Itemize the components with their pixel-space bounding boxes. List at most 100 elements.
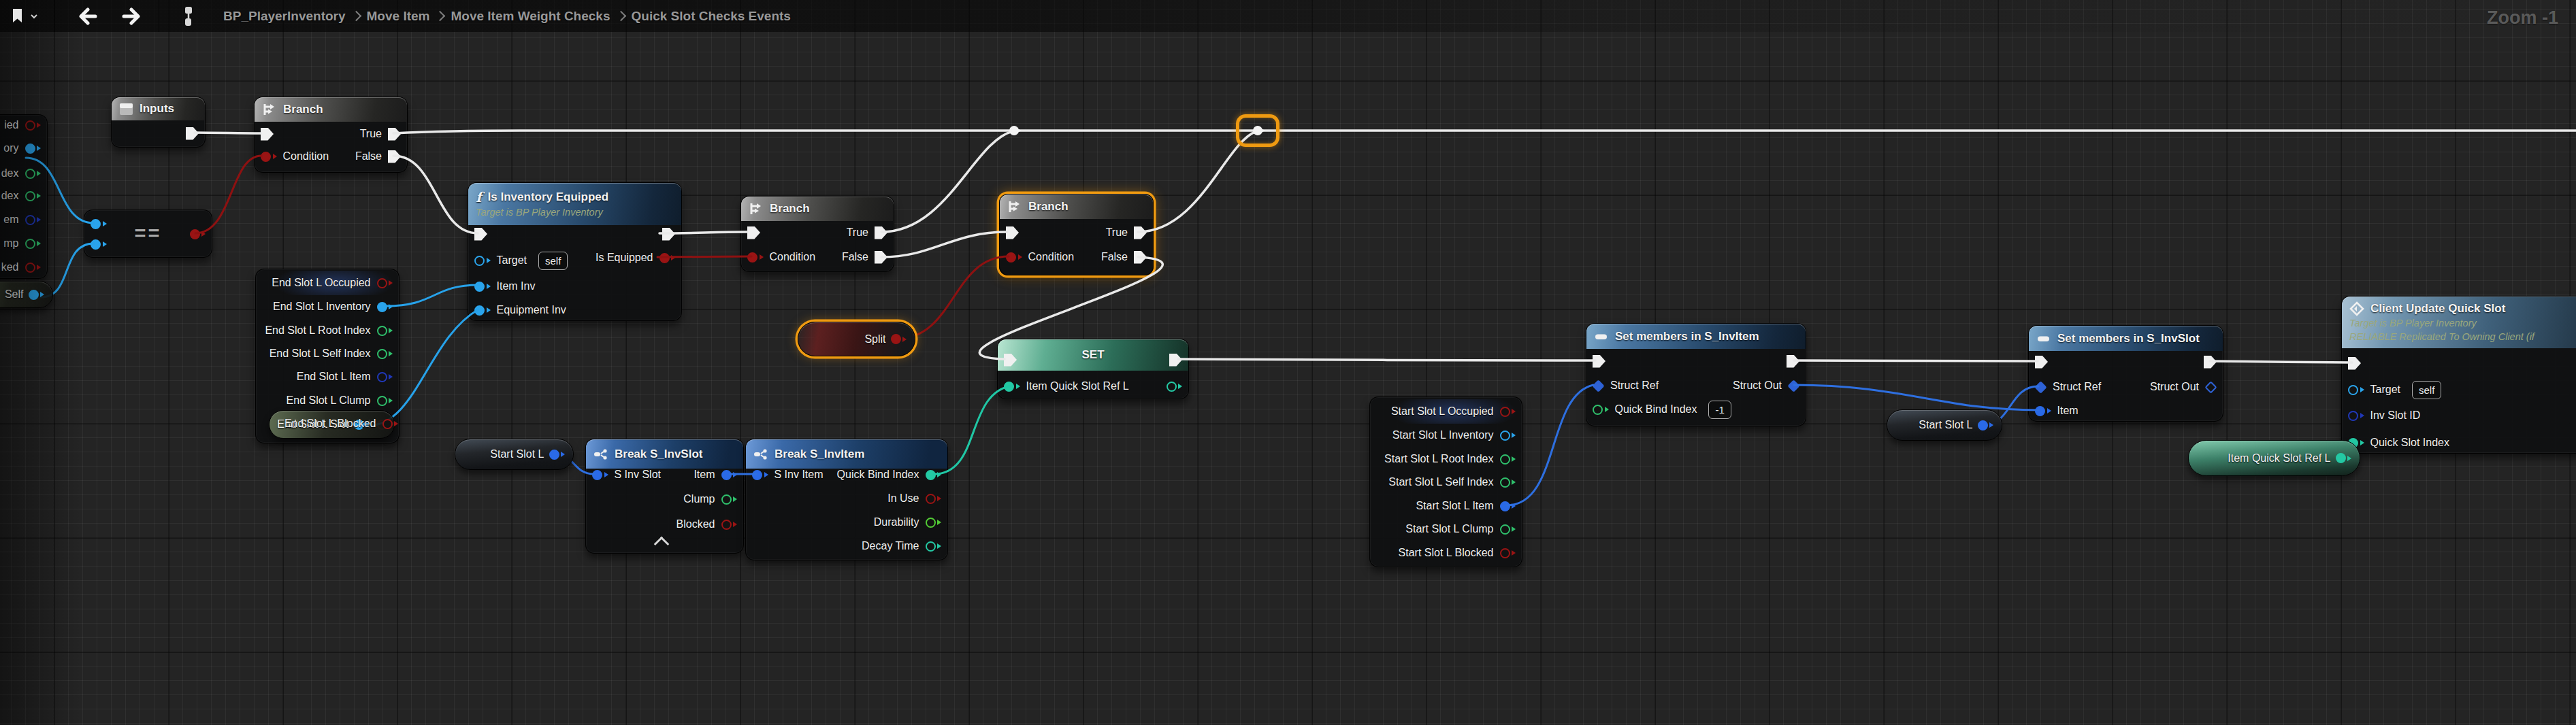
data-pin[interactable] [1978, 420, 1994, 431]
self-getter[interactable]: Self [0, 281, 53, 308]
set-item-quick-slot-ref[interactable]: SETItem Quick Slot Ref L [997, 339, 1189, 399]
exec-pin[interactable] [747, 226, 760, 239]
data-pin[interactable] [25, 215, 42, 225]
data-pin[interactable] [25, 191, 42, 201]
exec-pin[interactable] [261, 128, 274, 141]
data-pin[interactable] [752, 470, 768, 480]
struct-pin[interactable] [1593, 382, 1604, 390]
data-pin[interactable] [1500, 431, 1516, 441]
data-pin[interactable] [474, 282, 491, 292]
exec-pin[interactable] [1134, 226, 1147, 239]
data-pin[interactable] [926, 470, 942, 480]
breadcrumb-item[interactable]: BP_PlayerInventory [223, 9, 346, 24]
reroute-node-2[interactable] [1253, 126, 1262, 135]
pin-value-box[interactable]: self [538, 252, 568, 270]
breadcrumb-item[interactable]: Move Item Weight Checks [451, 9, 610, 24]
node-header[interactable]: Inputs [112, 97, 205, 120]
exec-pin[interactable] [2348, 357, 2361, 370]
data-pin[interactable] [1167, 382, 1183, 392]
exec-pin[interactable] [1169, 354, 1182, 367]
start-slot-l-getter-1[interactable]: Start Slot L [455, 439, 574, 470]
data-pin[interactable] [25, 144, 42, 154]
node-header[interactable]: Branch [255, 97, 407, 122]
forward-arrow-icon[interactable] [120, 7, 141, 25]
is-inventory-equipped[interactable]: fIs Inventory EquippedTarget is BP Playe… [468, 182, 682, 321]
break-s-invslot[interactable]: Break S_InvSlotS Inv SlotItemClumpBlocke… [585, 439, 744, 554]
data-pin[interactable] [1006, 252, 1022, 263]
end-slot-left-cut[interactable]: iedorydexdexemmpked [0, 114, 48, 279]
data-pin[interactable] [474, 305, 491, 316]
exec-pin[interactable] [2035, 356, 2048, 369]
bookmark-icon[interactable] [10, 6, 27, 27]
branch-3[interactable]: BranchConditionTrueFalse [999, 194, 1154, 275]
start-slot-l-getter-2[interactable]: Start Slot L [1887, 409, 2002, 441]
exec-pin[interactable] [474, 228, 487, 241]
client-update-quick-slot[interactable]: Client Update Quick SlotTarget is BP Pla… [2341, 296, 2576, 454]
data-pin[interactable] [25, 120, 42, 131]
data-pin[interactable] [659, 253, 676, 263]
collapse-chevron-icon[interactable] [654, 537, 670, 552]
data-pin[interactable] [2336, 453, 2352, 463]
exec-pin[interactable] [1006, 226, 1019, 239]
data-pin[interactable] [926, 494, 942, 504]
data-pin[interactable] [1500, 477, 1516, 488]
blueprint-graph-canvas[interactable]: iedorydexdexemmpkedInputs==BranchConditi… [0, 0, 2576, 725]
exec-pin[interactable] [662, 228, 675, 241]
graph-icon[interactable] [180, 5, 206, 28]
node-header[interactable]: SET [998, 339, 1188, 371]
data-pin[interactable] [25, 169, 42, 179]
data-pin[interactable] [1500, 501, 1516, 511]
data-pin[interactable] [377, 278, 393, 288]
data-pin[interactable] [377, 396, 393, 406]
data-pin[interactable] [926, 541, 942, 552]
node-header[interactable]: Client Update Quick SlotTarget is BP Pla… [2342, 297, 2576, 348]
data-pin[interactable] [1500, 407, 1516, 417]
back-arrow-icon[interactable] [78, 7, 99, 25]
reroute-node-1[interactable] [1009, 126, 1019, 135]
node-header[interactable]: Branch [741, 197, 894, 221]
node-header[interactable]: Set members in S_InvItem [1586, 324, 1806, 349]
data-pin[interactable] [474, 256, 491, 266]
node-header[interactable]: Set members in S_InvSlot [2029, 326, 2223, 351]
branch-1[interactable]: BranchConditionTrueFalse [254, 97, 408, 173]
pin-value-box[interactable]: -1 [1708, 401, 1731, 419]
data-pin[interactable] [891, 334, 907, 344]
data-pin[interactable] [261, 152, 277, 162]
struct-pin[interactable] [1788, 382, 1799, 390]
set-members-s-invitem[interactable]: Set members in S_InvItemStruct RefStruct… [1586, 323, 1806, 426]
data-pin[interactable] [377, 372, 393, 382]
data-pin[interactable] [721, 494, 738, 505]
data-pin[interactable] [377, 302, 393, 312]
data-pin[interactable] [1593, 405, 1609, 415]
exec-pin[interactable] [1004, 354, 1017, 367]
exec-pin[interactable] [1593, 355, 1605, 368]
data-pin[interactable] [377, 349, 393, 359]
struct-pin[interactable] [2205, 383, 2217, 392]
data-pin[interactable] [926, 518, 942, 528]
breadcrumb-item[interactable]: Move Item [367, 9, 430, 24]
break-s-invitem[interactable]: Break S_InvItemS Inv ItemQuick Bind Inde… [745, 439, 948, 560]
branch-2[interactable]: BranchConditionTrueFalse [740, 196, 894, 272]
breadcrumb-item[interactable]: Quick Slot Checks Events [632, 9, 791, 24]
exec-pin[interactable] [875, 251, 887, 264]
data-pin[interactable] [592, 470, 608, 480]
set-members-s-invslot[interactable]: Set members in S_InvSlotStruct RefStruct… [2028, 325, 2223, 422]
exec-pin[interactable] [388, 128, 401, 141]
data-pin[interactable] [382, 419, 399, 429]
item-quick-slot-ref-l-getter[interactable]: Item Quick Slot Ref L [2188, 440, 2360, 476]
start-slot-l-list[interactable]: Start Slot L OccupiedStart Slot L Invent… [1369, 397, 1522, 567]
exec-pin[interactable] [388, 150, 401, 163]
data-pin[interactable] [2348, 385, 2364, 395]
data-pin[interactable] [1500, 454, 1516, 465]
data-pin[interactable] [91, 239, 107, 250]
node-header[interactable]: fIs Inventory EquippedTarget is BP Playe… [468, 183, 681, 225]
data-pin[interactable] [721, 520, 738, 530]
exec-pin[interactable] [1787, 355, 1799, 368]
struct-pin[interactable] [2035, 383, 2047, 392]
data-pin[interactable] [2348, 411, 2364, 421]
exec-pin[interactable] [1134, 251, 1147, 264]
pin-value-box[interactable]: self [2412, 381, 2441, 399]
data-pin[interactable] [549, 450, 566, 460]
inputs[interactable]: Inputs [111, 97, 206, 148]
data-pin[interactable] [1500, 548, 1516, 558]
